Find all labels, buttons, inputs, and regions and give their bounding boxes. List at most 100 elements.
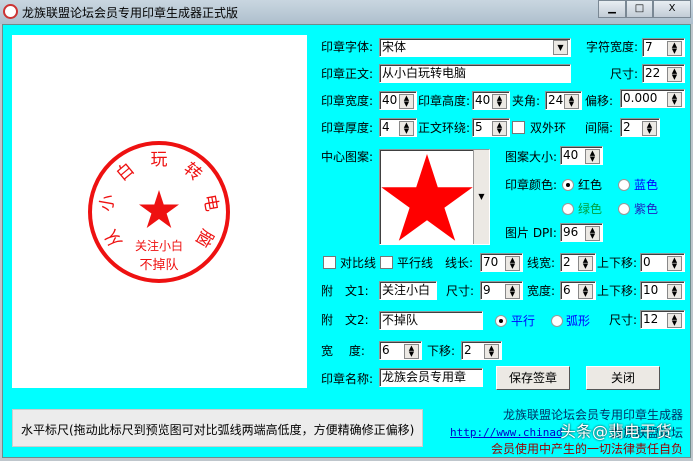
line-length-label: 线长: xyxy=(445,256,474,270)
spinner-arrows-icon[interactable]: ▲ ▼ xyxy=(492,94,507,109)
sub1-width-label: 宽度: xyxy=(527,284,556,298)
save-button[interactable]: 保存签章 xyxy=(496,366,570,390)
spinner-arrows-icon[interactable]: ▲ ▼ xyxy=(667,92,682,107)
offset-spinner[interactable]: 0.000 ▲ ▼ xyxy=(620,89,685,108)
spinner-arrows-icon[interactable]: ▲ ▼ xyxy=(404,344,419,359)
stamp-arc-char: 脑 xyxy=(191,226,217,251)
stamp-arc-char: 电 xyxy=(199,193,222,213)
down-label: 下移: xyxy=(427,344,456,358)
sub1-size-spinner[interactable]: 9 ▲ ▼ xyxy=(480,281,523,300)
sub1-input[interactable]: 关注小白 xyxy=(379,281,437,300)
dpi-spinner[interactable]: 96 ▲ ▼ xyxy=(560,223,603,242)
chevron-down-icon[interactable]: ▼ xyxy=(473,150,489,244)
spinner-arrows-icon[interactable]: ▲ ▼ xyxy=(492,121,507,136)
stamp-star-icon xyxy=(139,190,179,228)
parallel-radio[interactable] xyxy=(495,315,507,327)
height-label: 印章高度: xyxy=(418,94,471,108)
center-pattern-select[interactable]: ▼ xyxy=(379,149,490,245)
stamp-arc-char: 小 xyxy=(96,193,119,213)
star-pattern-icon xyxy=(381,154,473,241)
sub1-size-label: 尺寸: xyxy=(446,284,475,298)
spinner-arrows-icon[interactable]: ▲ ▼ xyxy=(667,284,682,299)
footer-disclaimer: 会员使用中产生的一切法律责任自负 xyxy=(490,442,683,456)
stamp-sub-text-2: 不掉队 xyxy=(139,258,178,273)
color-green-label: 绿色 xyxy=(578,202,603,216)
stamp-text-input[interactable]: 从小白玩转电脑 xyxy=(379,64,571,83)
spinner-arrows-icon[interactable]: ▲ ▼ xyxy=(564,94,579,109)
pattern-size-label: 图案大小: xyxy=(505,150,558,164)
offset-label: 偏移: xyxy=(585,94,614,108)
color-red-radio[interactable] xyxy=(562,179,574,191)
spinner-arrows-icon[interactable]: ▲ ▼ xyxy=(667,256,682,271)
dpi-label: 图片 DPI: xyxy=(505,226,557,240)
char-width-spinner[interactable]: 7 ▲ ▼ xyxy=(642,38,685,57)
minimize-button[interactable]: ▁ xyxy=(598,0,626,18)
spinner-arrows-icon[interactable]: ▲ ▼ xyxy=(505,284,520,299)
spinner-arrows-icon[interactable]: ▲ ▼ xyxy=(642,121,657,136)
height-spinner[interactable]: 40 ▲ ▼ xyxy=(472,91,510,110)
parallel-line-checkbox[interactable] xyxy=(380,256,393,269)
center-pattern-label: 中心图案: xyxy=(321,150,374,164)
sub1-shift-label: 上下移: xyxy=(597,284,638,298)
spinner-arrows-icon[interactable]: ▲ ▼ xyxy=(399,94,414,109)
color-blue-radio[interactable] xyxy=(618,179,630,191)
color-blue-label: 蓝色 xyxy=(634,178,659,192)
gap-spinner[interactable]: 2 ▲ ▼ xyxy=(620,118,660,137)
pattern-size-spinner[interactable]: 40 ▲ ▼ xyxy=(560,146,603,165)
spinner-arrows-icon[interactable]: ▲ ▼ xyxy=(667,67,682,82)
line-shift-label: 上下移: xyxy=(597,256,638,270)
compare-line-checkbox[interactable] xyxy=(323,256,336,269)
sub2-input[interactable]: 不掉队 xyxy=(379,311,483,330)
name-label: 印章名称: xyxy=(321,372,374,386)
gap-label: 间隔: xyxy=(585,121,614,135)
spinner-arrows-icon[interactable]: ▲ ▼ xyxy=(505,256,520,271)
sub1-label: 附 文1: xyxy=(321,284,369,298)
window-title: 龙族联盟论坛会员专用印章生成器正式版 xyxy=(22,6,239,20)
double-ring-label: 双外环 xyxy=(530,121,567,135)
stamp-arc-char: 转 xyxy=(180,159,206,185)
spinner-arrows-icon[interactable]: ▲ ▼ xyxy=(585,149,600,164)
close-button[interactable]: 关闭 xyxy=(586,366,660,390)
wrap-label: 正文环绕: xyxy=(418,121,471,135)
footer-title: 龙族联盟论坛会员专用印章生成器 xyxy=(502,408,683,422)
maximize-button[interactable]: □ xyxy=(626,0,653,18)
sub1-shift-spinner[interactable]: 10 ▲ ▼ xyxy=(640,281,685,300)
spinner-arrows-icon[interactable]: ▲ ▼ xyxy=(667,41,682,56)
line-length-spinner[interactable]: 70 ▲ ▼ xyxy=(480,253,523,272)
spinner-arrows-icon[interactable]: ▲ ▼ xyxy=(578,256,593,271)
spinner-arrows-icon[interactable]: ▲ ▼ xyxy=(578,284,593,299)
sub2-size-spinner[interactable]: 12 ▲ ▼ xyxy=(640,310,685,329)
char-width-label: 字符宽度: xyxy=(586,40,639,54)
font-select[interactable]: 宋体 ▼ xyxy=(379,38,571,57)
angle-label: 夹角: xyxy=(512,94,541,108)
spinner-arrows-icon[interactable]: ▲ ▼ xyxy=(667,313,682,328)
sub2-down-spinner[interactable]: 2 ▲ ▼ xyxy=(461,341,502,360)
width-label: 印章宽度: xyxy=(321,94,374,108)
chevron-down-icon[interactable]: ▼ xyxy=(553,40,568,55)
size-spinner[interactable]: 22 ▲ ▼ xyxy=(642,64,685,83)
double-ring-checkbox[interactable] xyxy=(512,121,525,134)
spinner-arrows-icon[interactable]: ▲ ▼ xyxy=(484,344,499,359)
line-shift-spinner[interactable]: 0 ▲ ▼ xyxy=(640,253,685,272)
angle-spinner[interactable]: 240 ▲ ▼ xyxy=(545,91,582,110)
thickness-label: 印章厚度: xyxy=(321,121,374,135)
thickness-spinner[interactable]: 4 ▲ ▼ xyxy=(379,118,417,137)
close-window-button[interactable]: X xyxy=(653,0,691,18)
spinner-arrows-icon[interactable]: ▲ ▼ xyxy=(585,226,600,241)
stamp-image: 从小白玩转电脑 关注小白 不掉队 xyxy=(88,141,230,283)
sub1-width-spinner[interactable]: 6 ▲ ▼ xyxy=(560,281,596,300)
line-width-spinner[interactable]: 2 ▲ ▼ xyxy=(560,253,596,272)
parallel-label: 平行 xyxy=(511,314,536,328)
arc-radio[interactable] xyxy=(551,315,563,327)
stamp-name-input[interactable]: 龙族会员专用章 xyxy=(379,368,483,387)
color-purple-radio[interactable] xyxy=(618,203,630,215)
forum-link[interactable]: http://www.chinad xyxy=(450,426,563,440)
title-bar: 龙族联盟论坛会员专用印章生成器正式版 ▁ □ X xyxy=(0,0,693,24)
width-spinner[interactable]: 40 ▲ ▼ xyxy=(379,91,417,110)
horizontal-ruler[interactable]: 水平标尺(拖动此标尺到预览图可对比弧线两端高低度，方便精确修正偏移) xyxy=(12,409,423,447)
color-green-radio[interactable] xyxy=(562,203,574,215)
wrap-spinner[interactable]: 5 ▲ ▼ xyxy=(472,118,510,137)
text-label: 印章正文: xyxy=(321,67,374,81)
spinner-arrows-icon[interactable]: ▲ ▼ xyxy=(399,121,414,136)
sub2-width-spinner[interactable]: 6 ▲ ▼ xyxy=(379,341,422,360)
